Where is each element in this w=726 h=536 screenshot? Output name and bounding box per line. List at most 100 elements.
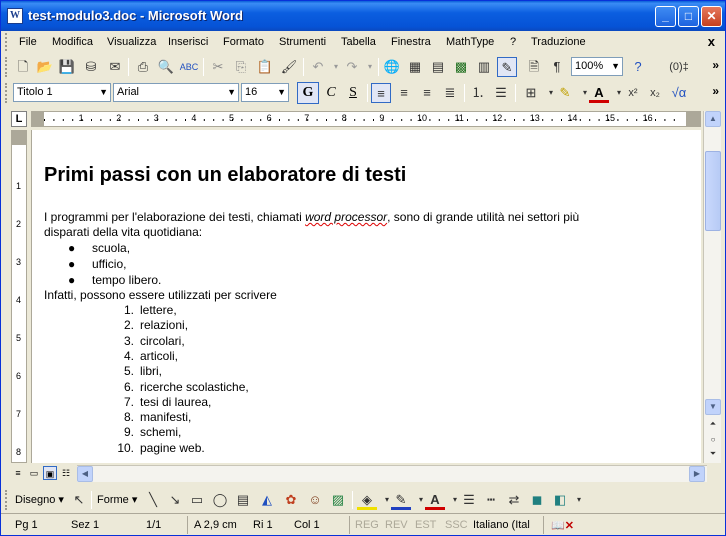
list-item[interactable]: ufficio,	[92, 257, 126, 271]
vertical-ruler[interactable]: 1 2 3 4 5 6 7 8	[11, 130, 27, 463]
font-size-select[interactable]: 16 ▼	[241, 83, 289, 102]
list-item[interactable]: pagine web.	[140, 441, 205, 455]
new-document-icon[interactable]: 🗋	[13, 57, 33, 77]
paragraph-1-line-2[interactable]: disparati della vita quotidiana:	[44, 225, 202, 239]
redo-dropdown-icon[interactable]: ▾	[360, 57, 380, 77]
copy-icon[interactable]: ⎘	[231, 57, 251, 77]
menu-help[interactable]: ?	[510, 36, 516, 48]
dash-style-icon[interactable]: ┅	[481, 490, 501, 510]
normal-view-icon[interactable]: ≡	[11, 466, 25, 480]
status-line[interactable]: Ri 1	[253, 519, 273, 531]
menu-formato[interactable]: Formato	[223, 36, 264, 48]
borders-icon[interactable]: ⊞	[521, 83, 541, 103]
wordart-icon[interactable]: ◭	[257, 490, 277, 510]
show-hide-icon[interactable]: ¶	[547, 57, 567, 77]
document-heading[interactable]: Primi passi con un elaboratore di testi	[44, 164, 406, 187]
font-color-icon[interactable]: A	[589, 83, 609, 103]
italic-button[interactable]: C	[320, 82, 342, 104]
drawing-icon[interactable]: ✎	[497, 57, 517, 77]
list-item[interactable]: scuola,	[92, 241, 130, 255]
menu-mathtype[interactable]: MathType	[446, 36, 494, 48]
list-item[interactable]: libri,	[140, 364, 162, 378]
select-objects-icon[interactable]: ↖	[69, 490, 89, 510]
toolbar-options-icon[interactable]: »	[712, 58, 719, 72]
close-button[interactable]: ✕	[701, 6, 722, 27]
underline-button[interactable]: S	[342, 82, 364, 104]
toolbar-options-icon[interactable]: »	[712, 84, 719, 98]
word-app-icon[interactable]: W	[7, 8, 23, 24]
vertical-scroll-thumb[interactable]	[705, 151, 721, 231]
clip-art-icon[interactable]: ☺	[305, 490, 325, 510]
previous-page-icon[interactable]: ⏶	[705, 417, 721, 433]
toolbar-grip[interactable]	[5, 57, 8, 77]
insert-excel-icon[interactable]: ▩	[451, 57, 471, 77]
list-item[interactable]: circolari,	[140, 334, 185, 348]
scroll-down-icon[interactable]: ▼	[705, 399, 721, 415]
numbering-icon[interactable]: ⒈	[468, 83, 488, 103]
bold-button[interactable]: G	[297, 82, 319, 104]
open-icon[interactable]: 📂	[35, 57, 55, 77]
text-box-icon[interactable]: ▤	[233, 490, 253, 510]
status-language[interactable]: Italiano (Ital	[473, 519, 530, 531]
bullets-icon[interactable]: ☰	[491, 83, 511, 103]
list-item[interactable]: tesi di laurea,	[140, 395, 211, 409]
minimize-button[interactable]: _	[655, 6, 676, 27]
3d-style-icon[interactable]: ◧	[550, 490, 570, 510]
style-select[interactable]: Titolo 1 ▼	[13, 83, 111, 102]
status-column[interactable]: Col 1	[294, 519, 320, 531]
menu-tabella[interactable]: Tabella	[341, 36, 376, 48]
diagram-icon[interactable]: ✿	[281, 490, 301, 510]
document-map-icon[interactable]: 🗎	[524, 57, 544, 77]
permission-icon[interactable]: ⛁	[81, 57, 101, 77]
hyperlink-icon[interactable]: 🌐	[382, 57, 402, 77]
next-page-icon[interactable]: ⏷	[705, 447, 721, 463]
scroll-up-icon[interactable]: ▲	[705, 111, 721, 127]
line-color-icon[interactable]: ✎	[391, 490, 411, 510]
oval-icon[interactable]: ◯	[210, 490, 230, 510]
menubar-grip[interactable]	[5, 33, 8, 51]
scroll-right-icon[interactable]: ▶	[689, 466, 705, 482]
horizontal-ruler[interactable]: 1 2 3 4 5 6 7 8 9 10 11 12 13 14 15 16	[31, 111, 701, 127]
menu-inserisci[interactable]: Inserisci	[168, 36, 208, 48]
document-page[interactable]: Primi passi con un elaboratore di testi …	[31, 130, 701, 463]
mail-icon[interactable]: ✉	[105, 57, 125, 77]
picture-icon[interactable]: ▨	[328, 490, 348, 510]
help-icon[interactable]: ?	[628, 57, 648, 77]
paragraph-2[interactable]: Infatti, possono essere utilizzati per s…	[44, 288, 277, 302]
tab-selector[interactable]: L	[11, 111, 27, 127]
align-center-icon[interactable]: ≡	[394, 83, 414, 103]
undo-icon[interactable]: ↶	[308, 57, 328, 77]
spelling-status-icon[interactable]: 📖✕	[551, 519, 574, 532]
toolbar-grip[interactable]	[5, 490, 8, 510]
paragraph-1[interactable]: I programmi per l'elaborazione dei testi…	[44, 210, 579, 224]
status-overtype[interactable]: SSC	[445, 519, 468, 531]
list-item[interactable]: schemi,	[140, 425, 181, 439]
align-left-icon[interactable]: ≡	[371, 83, 391, 103]
align-right-icon[interactable]: ≡	[417, 83, 437, 103]
list-item[interactable]: tempo libero.	[92, 273, 161, 287]
cut-icon[interactable]: ✂	[208, 57, 228, 77]
status-section[interactable]: Sez 1	[71, 519, 99, 531]
arrow-icon[interactable]: ↘	[165, 490, 185, 510]
status-page[interactable]: Pg 1	[15, 519, 38, 531]
menu-file[interactable]: File	[19, 36, 37, 48]
font-color-icon[interactable]: A	[425, 490, 445, 510]
list-item[interactable]: relazioni,	[140, 318, 188, 332]
horizontal-scrollbar[interactable]: ◀ ▶	[77, 465, 707, 482]
menu-modifica[interactable]: Modifica	[52, 36, 93, 48]
justify-icon[interactable]: ≣	[440, 83, 460, 103]
list-item[interactable]: articoli,	[140, 349, 178, 363]
status-position[interactable]: A 2,9 cm	[194, 519, 237, 531]
status-extend[interactable]: EST	[415, 519, 436, 531]
superscript-icon[interactable]: x²	[623, 83, 643, 103]
vertical-scrollbar[interactable]: ▲ ▼ ⏶ ○ ⏷	[703, 111, 721, 463]
print-layout-icon[interactable]: ▣	[43, 466, 57, 480]
reading-icon[interactable]: (0)‡	[669, 57, 689, 77]
menu-traduzione[interactable]: Traduzione	[531, 36, 586, 48]
toolbar-options-icon[interactable]: ▾	[569, 490, 589, 510]
list-item[interactable]: manifesti,	[140, 410, 191, 424]
print-preview-icon[interactable]: 🔍	[156, 57, 176, 77]
highlight-icon[interactable]: ✎	[555, 83, 575, 103]
status-record-macro[interactable]: REG	[355, 519, 379, 531]
title-bar[interactable]: W test-modulo3.doc - Microsoft Word _ □ …	[1, 1, 725, 31]
